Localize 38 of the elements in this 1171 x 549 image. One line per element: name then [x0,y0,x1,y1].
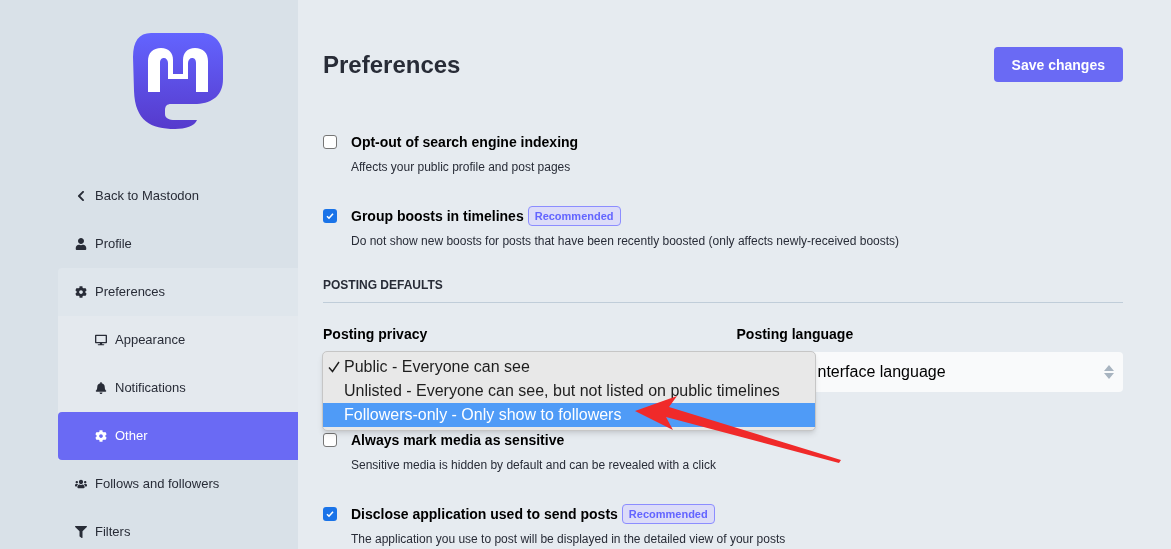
checkbox[interactable] [323,433,337,447]
sidebar-item[interactable]: Follows and followers [58,460,298,508]
option-label: Opt-out of search engine indexing [351,133,579,152]
sidebar-item[interactable]: Preferences [58,268,298,316]
save-button[interactable]: Save changes [993,47,1123,82]
filter-icon [75,526,87,538]
bell-icon [95,382,107,394]
gear-icon [95,430,107,442]
option-label: Group boosts in timelines [351,207,524,226]
checkmark-icon [325,211,335,221]
option-hint: Affects your public profile and post pages [351,159,572,175]
recommended-badge: Recommended [621,503,715,525]
recommended-badge: Recommended [527,205,621,227]
gear-icon [75,286,87,298]
monitor-icon [95,334,107,346]
sidebar-item[interactable]: Notifications [58,364,298,412]
checkbox[interactable] [323,507,337,521]
option-label: Always mark media as sensitive [351,431,565,450]
field-label: Posting language [736,325,855,342]
checkbox[interactable] [323,209,337,223]
section-heading: POSTING DEFAULTS [323,277,444,293]
option-hint: Do not show new boosts for posts that have been recently boosted (only affects newly-received boosts) [351,233,901,249]
option-hint: The application you use to post will be displayed in the detailed view of your posts [351,531,787,547]
sidebar-item[interactable]: Other [58,412,298,460]
chevron-left-icon [75,190,87,202]
checkmark-icon [325,509,335,519]
user-icon [75,238,87,250]
option-hint: Sensitive media is hidden by default and can be revealed with a click [351,457,717,473]
sidebar-item[interactable]: Back to Mastodon [58,172,298,220]
sidebar-item[interactable]: Appearance [58,316,298,364]
sidebar-item[interactable]: Filters [58,508,298,549]
people-icon [75,478,87,490]
page-title: Preferences [323,49,461,80]
sort-arrows-icon [1103,363,1115,381]
sidebar-item[interactable]: Profile [58,220,298,268]
field-label: Posting privacy [323,325,429,342]
option-label: Disclose application used to send posts [351,505,618,524]
checkbox[interactable] [323,135,337,149]
